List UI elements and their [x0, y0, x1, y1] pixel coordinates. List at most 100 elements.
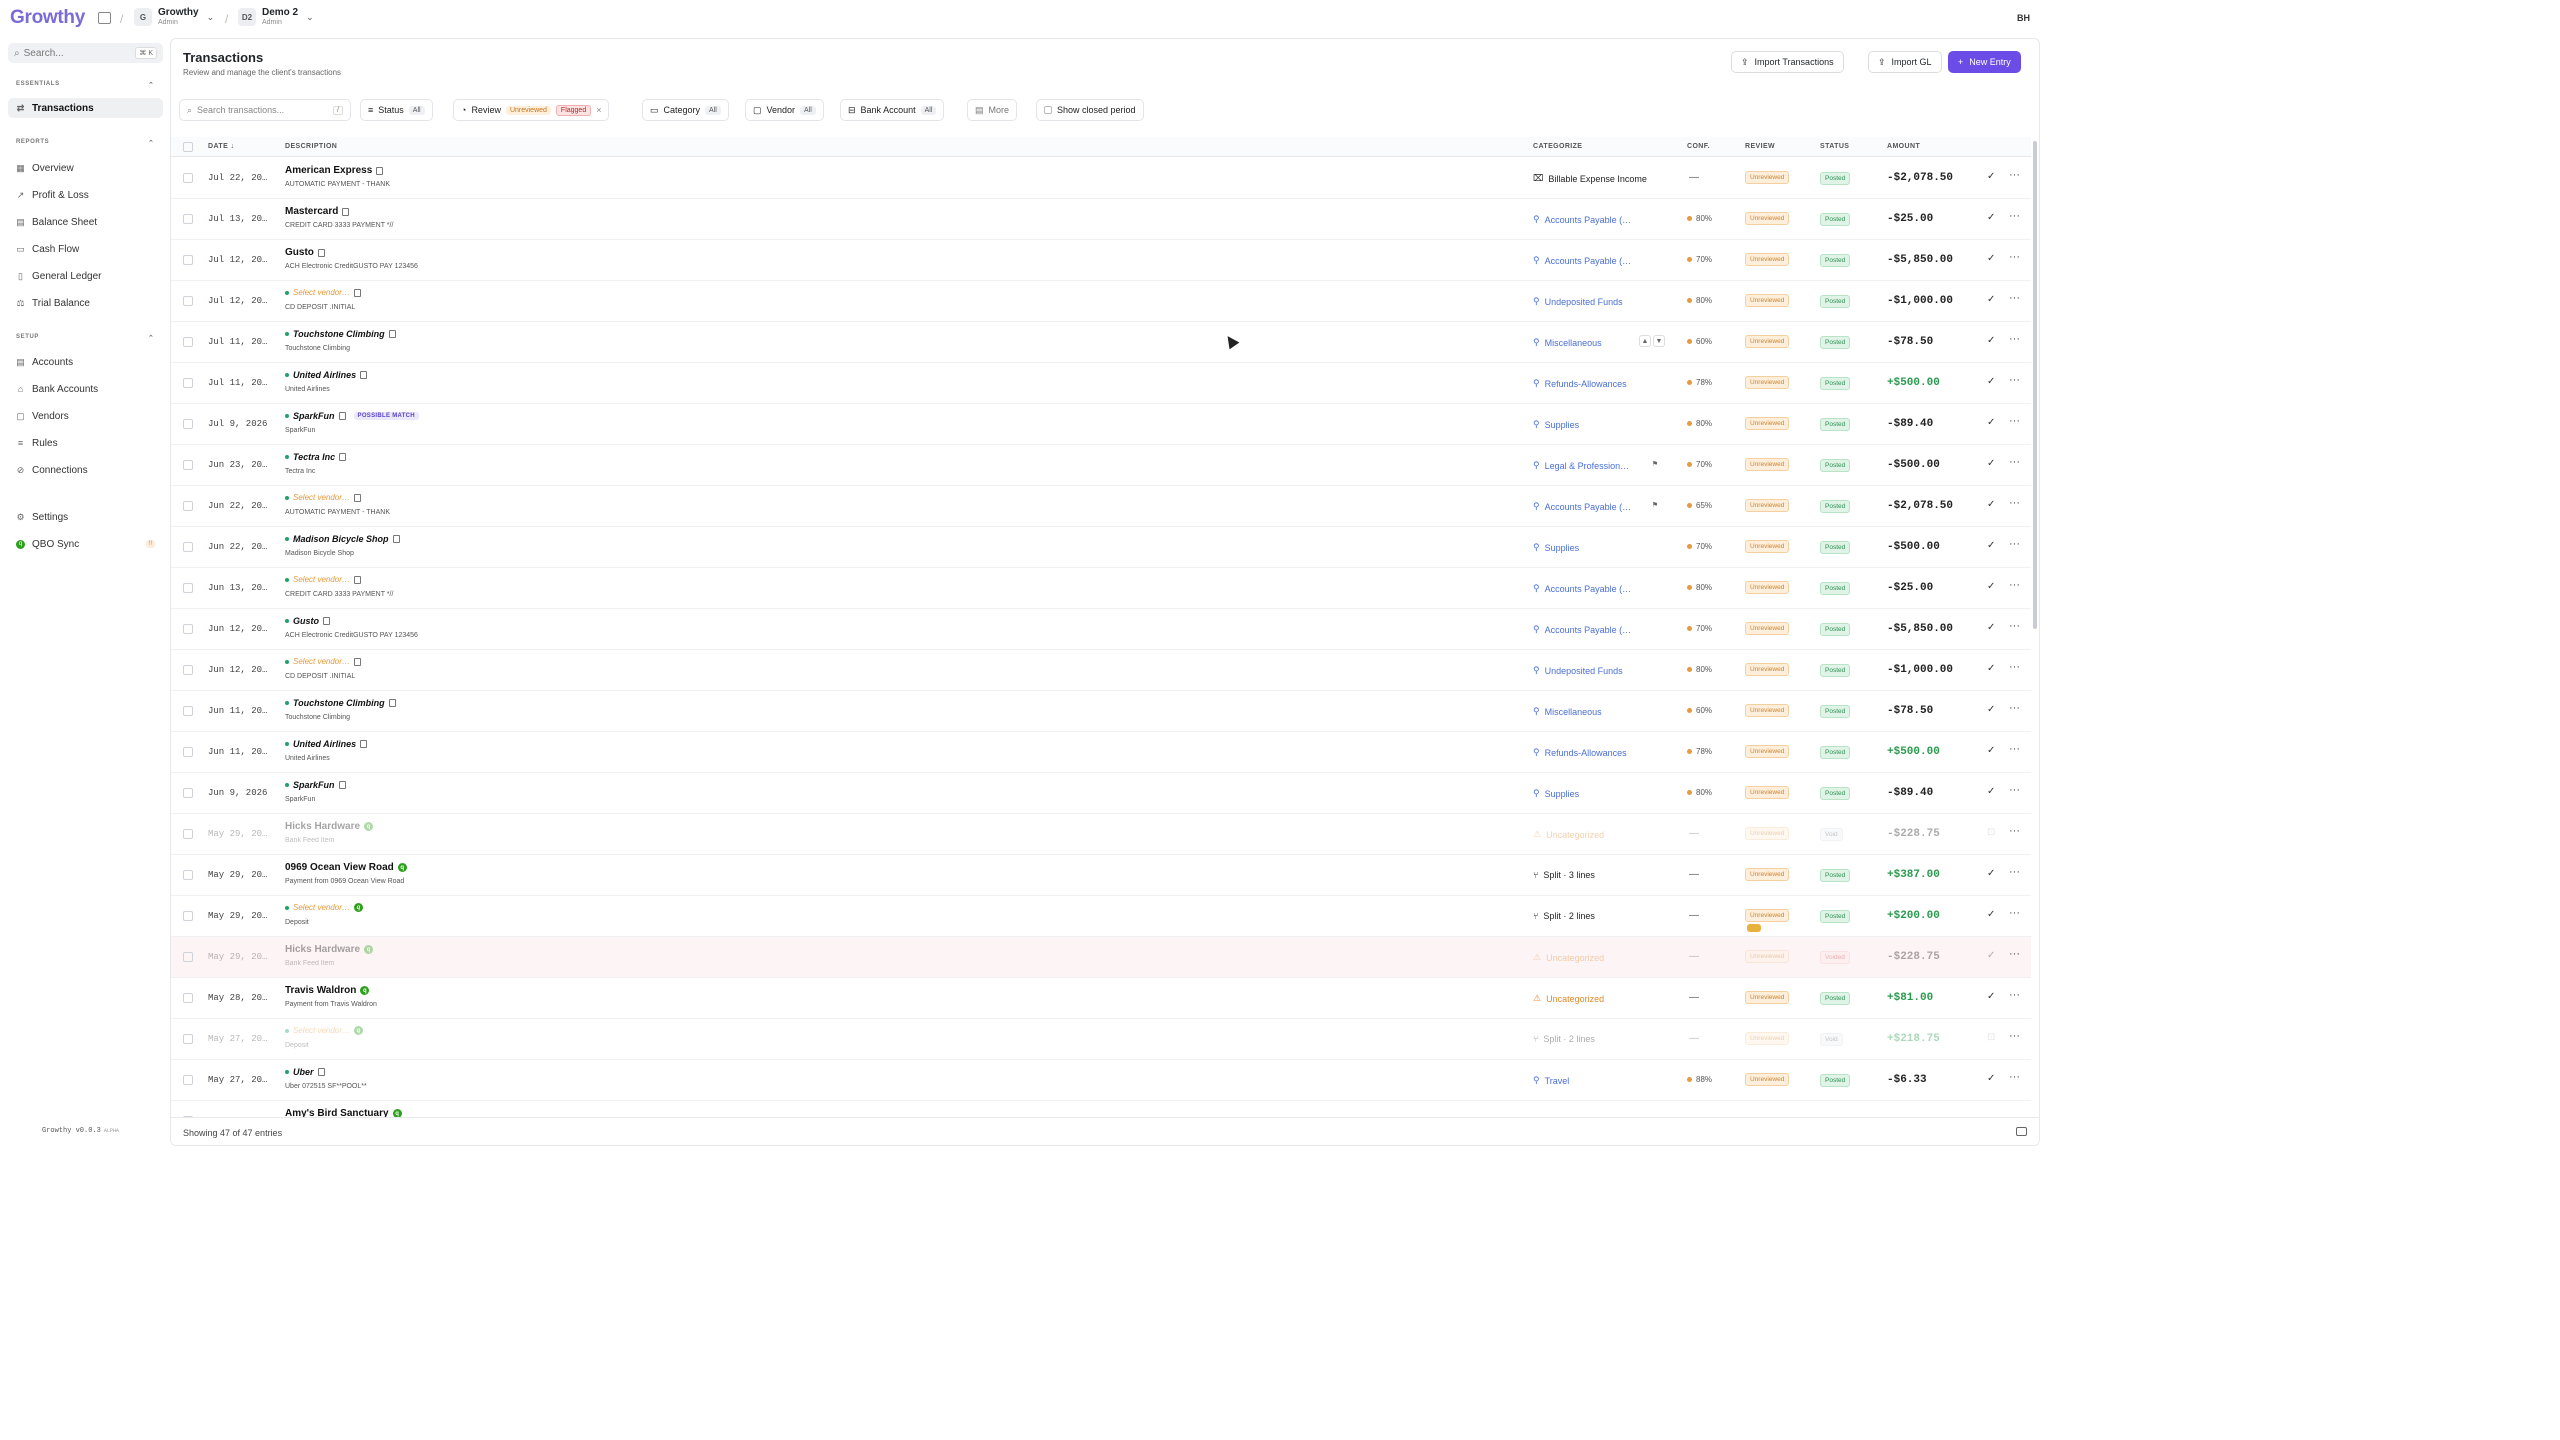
approve-check-icon[interactable]: ✓	[1987, 294, 1995, 305]
category-select[interactable]: ⚲ Accounts Payable (…	[1533, 624, 1631, 635]
approve-check-icon[interactable]: ✓	[1987, 909, 1995, 920]
vendor-name[interactable]: Gusto	[285, 247, 325, 258]
vendor-name[interactable]: Tectra Inc	[285, 452, 347, 462]
approve-check-icon[interactable]: ✓	[1987, 950, 1995, 961]
category-select[interactable]: ⚲ Refunds-Allowances	[1533, 378, 1627, 389]
more-actions-icon[interactable]: ···	[2009, 825, 2020, 837]
review-badge[interactable]: Unreviewed	[1745, 868, 1790, 881]
table-row[interactable]: Jun 23, 20… Tectra Inc Tectra Inc ⚲ Legal & …	[171, 445, 2031, 486]
vendor-label[interactable]: Select vendor…	[293, 903, 350, 912]
vendor-name[interactable]: Select vendor… q	[285, 1026, 363, 1035]
review-badge[interactable]: Unreviewed	[1745, 376, 1790, 389]
table-row[interactable]: May 28, 20… Travis Waldron q Payment from T…	[171, 978, 2031, 1019]
more-actions-icon[interactable]: ···	[2009, 989, 2020, 1001]
transactions-search-input[interactable]: ⌕ Search transactions... /	[179, 99, 351, 121]
receipt-icon[interactable]	[342, 207, 350, 216]
more-actions-icon[interactable]: ···	[2009, 1071, 2020, 1083]
row-checkbox[interactable]	[183, 706, 193, 716]
keyboard-icon[interactable]	[2016, 1127, 2027, 1136]
more-actions-icon[interactable]: ···	[2009, 784, 2020, 796]
table-row[interactable]: Jul 9, 2026 SparkFun POSSIBLE MATCH SparkFu…	[171, 404, 2031, 445]
sidebar-item-bank-accounts[interactable]: ⌂ Bank Accounts	[8, 379, 163, 399]
more-actions-icon[interactable]: ···	[2009, 702, 2020, 714]
category-select[interactable]: ⑂ Split · 2 lines	[1533, 911, 1595, 921]
review-badge[interactable]: Unreviewed	[1745, 499, 1790, 512]
receipt-icon[interactable]	[338, 412, 346, 420]
approve-check-icon[interactable]: ✓	[1987, 335, 1995, 346]
approve-check-icon[interactable]: ✓	[1987, 171, 1995, 182]
column-categorize[interactable]: CATEGORIZE	[1533, 143, 1582, 150]
vendor-label[interactable]: United Airlines	[293, 739, 356, 749]
table-row[interactable]: Jun 12, 20… Gusto ACH Electronic CreditGUS…	[171, 609, 2031, 650]
vendor-filter[interactable]: ▢ Vendor All	[745, 99, 824, 121]
clear-filter-icon[interactable]: ×	[596, 105, 601, 115]
import-transactions-button[interactable]: ⇪ Import Transactions	[1731, 51, 1844, 73]
vendor-label[interactable]: United Airlines	[293, 370, 356, 380]
table-row[interactable]: Jul 12, 20… Gusto ACH Electronic CreditGUS…	[171, 240, 2031, 281]
thumbs-up-icon[interactable]: ▲	[1639, 335, 1651, 347]
vendor-label[interactable]: Hicks Hardware	[285, 821, 360, 832]
receipt-icon[interactable]	[376, 166, 384, 175]
row-checkbox[interactable]	[183, 378, 193, 388]
more-actions-icon[interactable]: ···	[2009, 1030, 2020, 1042]
receipt-icon[interactable]	[360, 740, 368, 748]
receipt-icon[interactable]	[353, 493, 361, 502]
bank-account-filter[interactable]: ⊟ Bank Account All	[840, 99, 945, 121]
more-actions-icon[interactable]: ···	[2009, 169, 2020, 181]
table-row[interactable]: May 27, 20… Uber Uber 072515 SF**POOL** ⚲ Tr…	[171, 1060, 2031, 1101]
sidebar-item-overview[interactable]: ▦ Overview	[8, 158, 163, 178]
vendor-label[interactable]: Gusto	[293, 616, 319, 626]
vendor-name[interactable]: SparkFun POSSIBLE MATCH	[285, 411, 419, 421]
vendor-label[interactable]: Touchstone Climbing	[293, 329, 385, 339]
vendor-label[interactable]: Tectra Inc	[293, 452, 335, 462]
sidebar-item-transactions[interactable]: ⇄ Transactions	[8, 98, 163, 118]
select-all-checkbox[interactable]	[183, 142, 193, 152]
review-badge[interactable]: Unreviewed	[1745, 540, 1790, 553]
more-actions-icon[interactable]: ···	[2009, 948, 2020, 960]
category-select[interactable]: ⚲ Supplies	[1533, 542, 1579, 553]
receipt-icon[interactable]	[353, 288, 361, 297]
approve-check-icon[interactable]: ✓	[1987, 540, 1995, 551]
chevron-icon[interactable]: ⌃	[148, 81, 154, 89]
approve-check-icon[interactable]: ✓	[1987, 417, 1995, 428]
row-checkbox[interactable]	[183, 419, 193, 429]
more-actions-icon[interactable]: ···	[2009, 374, 2020, 386]
column-review[interactable]: REVIEW	[1745, 143, 1775, 150]
row-checkbox[interactable]	[183, 173, 193, 183]
more-actions-icon[interactable]: ···	[2009, 907, 2020, 919]
vendor-name[interactable]: American Express	[285, 165, 384, 176]
category-select[interactable]: ⚲ Supplies	[1533, 419, 1579, 430]
review-filter[interactable]: ◔ Review Unreviewed Flagged ×	[453, 99, 610, 121]
section-setup[interactable]: SETUP ⌃	[16, 334, 154, 342]
receipt-icon[interactable]	[338, 781, 346, 789]
category-select[interactable]: ⑂ Split · 2 lines	[1533, 1034, 1595, 1044]
review-badge[interactable]: Unreviewed	[1745, 253, 1790, 266]
vendor-name[interactable]: United Airlines	[285, 370, 368, 380]
row-checkbox[interactable]	[183, 501, 193, 511]
category-select[interactable]: ⚲ Refunds-Allowances	[1533, 747, 1627, 758]
approve-check-icon[interactable]: ✓	[1987, 745, 1995, 756]
review-badge[interactable]: Unreviewed	[1745, 950, 1790, 963]
section-essentials[interactable]: ESSENTIALS ⌃	[16, 81, 154, 89]
more-actions-icon[interactable]: ···	[2009, 415, 2020, 427]
category-select[interactable]: ⚠ Uncategorized	[1533, 952, 1604, 963]
row-checkbox[interactable]	[183, 624, 193, 634]
more-actions-icon[interactable]: ···	[2009, 210, 2020, 222]
approve-check-icon[interactable]: ✓	[1987, 868, 1995, 879]
table-row[interactable]: Jun 22, 20… Select vendor… AUTOMATIC PAYME…	[171, 486, 2031, 527]
vendor-name[interactable]: Select vendor…	[285, 288, 361, 297]
sidebar-item-general-ledger[interactable]: ▯ General Ledger	[8, 266, 163, 286]
thumbs-down-icon[interactable]: ▼	[1653, 335, 1665, 347]
vendor-label[interactable]: Mastercard	[285, 206, 338, 217]
vendor-label[interactable]: 0969 Ocean View Road	[285, 862, 394, 873]
org-switcher[interactable]: G Growthy Admin ⌄	[134, 7, 214, 27]
sidebar-item-balance-sheet[interactable]: ▤ Balance Sheet	[8, 212, 163, 232]
more-filters-button[interactable]: ▤ More	[967, 99, 1018, 121]
row-checkbox[interactable]	[183, 583, 193, 593]
vendor-name[interactable]: 0969 Ocean View Road q	[285, 862, 407, 873]
table-row[interactable]: Jun 11, 20… Touchstone Climbing Touchstone…	[171, 691, 2031, 732]
vendor-name[interactable]: Select vendor…	[285, 657, 361, 666]
sidebar-search-input[interactable]: ⌕ Search... ⌘ K	[8, 43, 163, 63]
vendor-label[interactable]: Travis Waldron	[285, 985, 356, 996]
category-select[interactable]: ⚲ Miscellaneous	[1533, 706, 1602, 717]
